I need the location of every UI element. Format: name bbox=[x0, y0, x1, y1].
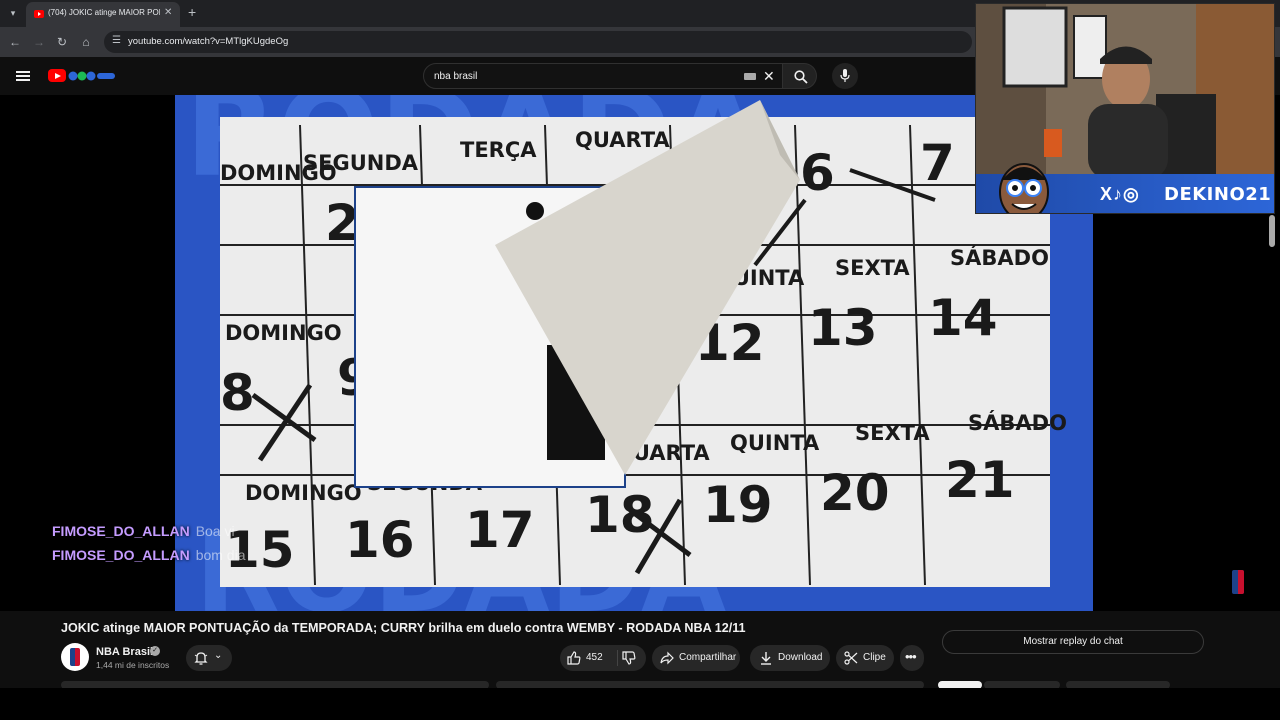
subscriber-count: 1,44 mi de inscritos bbox=[96, 660, 170, 670]
hamburger-menu-icon[interactable] bbox=[16, 71, 30, 81]
calendar-video-frame: RODADA RODADA DOMINGO SEGUNDA TERÇA bbox=[175, 95, 1093, 611]
streamer-webcam: X♪◎ DEKINO21 bbox=[975, 3, 1275, 214]
download-label: Download bbox=[778, 652, 823, 663]
youtube-favicon-icon bbox=[34, 10, 44, 18]
share-button[interactable]: Compartilhar bbox=[652, 645, 740, 671]
site-info-icon[interactable]: ☰ bbox=[112, 35, 121, 46]
calendar-day-label: SÁBADO bbox=[968, 410, 1067, 435]
chat-text: Boa vi bbox=[195, 523, 235, 539]
share-arrow-icon bbox=[660, 651, 674, 665]
video-frame[interactable]: RODADA RODADA DOMINGO SEGUNDA TERÇA bbox=[175, 95, 1093, 611]
calendar-day-label: QUARTA bbox=[575, 128, 670, 152]
new-tab-icon[interactable]: + bbox=[188, 4, 196, 20]
calendar-day-label: SEGUNDA bbox=[303, 151, 419, 175]
share-label: Compartilhar bbox=[679, 652, 737, 663]
calendar-date: 21 bbox=[945, 451, 1015, 509]
like-count[interactable]: 452 bbox=[586, 652, 603, 663]
keyboard-icon[interactable] bbox=[744, 73, 756, 80]
back-arrow-icon[interactable]: ← bbox=[7, 34, 23, 50]
channel-avatar[interactable] bbox=[61, 643, 89, 671]
search-input[interactable]: nba brasil ✕ bbox=[423, 63, 783, 89]
chat-username: FIMOSE_DO_ALLAN bbox=[52, 547, 190, 563]
voice-search-button[interactable] bbox=[832, 63, 858, 89]
forward-arrow-icon[interactable]: → bbox=[31, 34, 47, 50]
calendar-day-label: TERÇA bbox=[460, 138, 537, 162]
tab-search-icon[interactable]: ▾ bbox=[4, 4, 22, 22]
url-text[interactable]: youtube.com/watch?v=MTlgKUgdeOg bbox=[128, 36, 288, 47]
tab-close-icon[interactable]: ✕ bbox=[164, 7, 172, 18]
thumbs-down-icon[interactable] bbox=[622, 651, 636, 665]
youtube-play-icon bbox=[48, 69, 66, 82]
reload-icon[interactable]: ↻ bbox=[54, 34, 70, 50]
thumbs-up-icon[interactable] bbox=[567, 651, 581, 665]
chevron-down-icon: ⌄ bbox=[214, 650, 223, 661]
address-bar[interactable]: ☰ youtube.com/watch?v=MTlgKUgdeOg bbox=[104, 31, 972, 53]
search-button[interactable] bbox=[783, 63, 817, 89]
divider bbox=[617, 650, 618, 666]
channel-name[interactable]: NBA Brasil bbox=[96, 646, 153, 658]
calendar-date: 18 bbox=[585, 486, 655, 544]
more-horizontal-icon: ••• bbox=[905, 649, 917, 664]
calendar-date: 16 bbox=[345, 511, 415, 569]
tab-title: (704) JOKIC atinge MAIOR PON bbox=[48, 8, 160, 17]
video-title: JOKIC atinge MAIOR PONTUAÇÃO da TEMPORAD… bbox=[61, 621, 746, 635]
download-button[interactable]: Download bbox=[750, 645, 830, 671]
calendar-date: 19 bbox=[703, 476, 773, 534]
page-scrollbar-thumb[interactable] bbox=[1269, 215, 1275, 247]
calendar-date: 8 bbox=[220, 364, 255, 422]
calendar-day-label: DOMINGO bbox=[225, 321, 342, 345]
chat-message: FIMOSE_DO_ALLAN Boa vi bbox=[52, 523, 246, 547]
scissors-icon bbox=[844, 651, 858, 665]
doodle-logo-icon bbox=[68, 71, 115, 81]
calendar-day-label: SÁBADO bbox=[950, 245, 1049, 270]
calendar-date: 20 bbox=[820, 464, 890, 522]
home-icon[interactable]: ⌂ bbox=[78, 34, 94, 50]
microphone-icon bbox=[840, 69, 850, 82]
show-chat-replay-button[interactable]: Mostrar replay do chat bbox=[942, 630, 1204, 654]
clip-button[interactable]: Clipe bbox=[836, 645, 894, 671]
calendar-date: 14 bbox=[928, 289, 998, 347]
calendar-date: 7 bbox=[920, 134, 955, 192]
taskbar-area bbox=[0, 688, 1280, 720]
download-icon bbox=[761, 652, 771, 665]
like-dislike-group: 452 bbox=[560, 645, 646, 671]
social-media-icons: X♪◎ bbox=[1100, 184, 1140, 204]
clip-label: Clipe bbox=[863, 652, 886, 663]
chat-replay-overlay: FIMOSE_DO_ALLAN Boa vi FIMOSE_DO_ALLAN bom… bbox=[52, 523, 246, 571]
youtube-logo[interactable] bbox=[48, 69, 116, 83]
calendar-day-label: SEXTA bbox=[855, 421, 930, 445]
search-query-text[interactable]: nba brasil bbox=[434, 71, 477, 82]
streamer-handle: DEKINO21 bbox=[1164, 184, 1272, 205]
bell-icon bbox=[194, 652, 208, 665]
nba-logo-icon bbox=[1232, 570, 1244, 594]
chat-username: FIMOSE_DO_ALLAN bbox=[52, 523, 190, 539]
more-actions-button[interactable]: ••• bbox=[900, 645, 924, 671]
chat-text: bom dia bbox=[195, 547, 246, 563]
calendar-date: 6 bbox=[800, 144, 835, 202]
calendar-date: 17 bbox=[465, 501, 535, 559]
verified-check-icon: ✓ bbox=[150, 646, 160, 656]
calendar-date: 13 bbox=[808, 299, 878, 357]
chat-message: FIMOSE_DO_ALLAN bom dia bbox=[52, 547, 246, 571]
cartoon-avatar-icon bbox=[999, 163, 1049, 213]
clear-search-icon[interactable]: ✕ bbox=[763, 68, 775, 84]
browser-tab[interactable]: (704) JOKIC atinge MAIOR PON ✕ bbox=[26, 2, 180, 27]
calendar-day-label: QUINTA bbox=[730, 431, 820, 455]
calendar-day-label: DOMINGO bbox=[245, 481, 362, 505]
calendar-day-label: SEXTA bbox=[835, 256, 910, 280]
notification-bell-button[interactable]: ⌄ bbox=[186, 645, 232, 671]
search-icon bbox=[794, 70, 808, 84]
